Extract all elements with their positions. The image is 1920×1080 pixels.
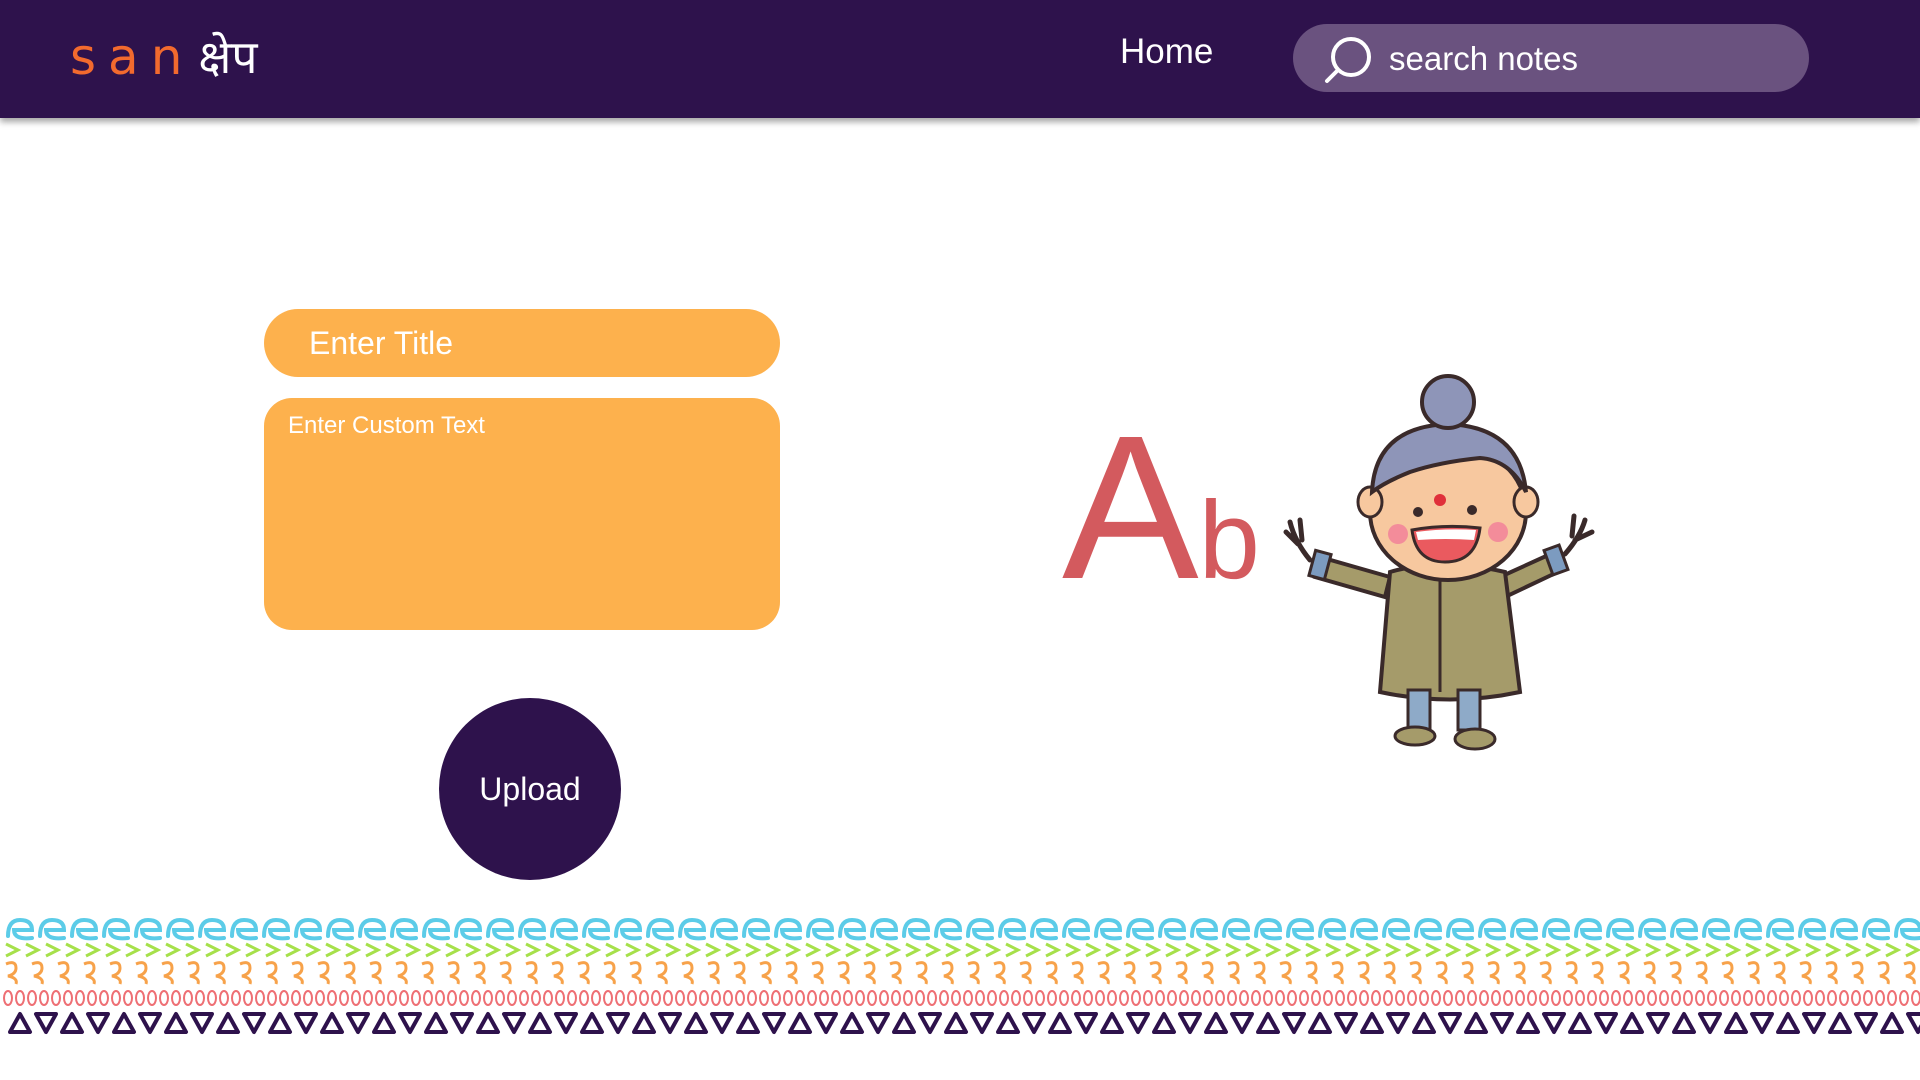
search-input[interactable] xyxy=(1387,32,1791,86)
logo-devanagari-text: क्षेप xyxy=(198,30,258,84)
grandma-mascot-illustration xyxy=(1283,374,1595,751)
sanchep-logo[interactable]: san क्षेप xyxy=(70,22,258,92)
ab-letters-illustration: Ab xyxy=(1062,405,1260,610)
upload-button[interactable]: Upload xyxy=(439,698,621,880)
big-letter: A xyxy=(1062,393,1199,622)
search-icon[interactable] xyxy=(1321,33,1375,87)
title-input[interactable] xyxy=(264,309,780,377)
nav-home-link[interactable]: Home xyxy=(1120,32,1213,72)
custom-text-input[interactable] xyxy=(264,398,780,630)
logo-latin-text: san xyxy=(70,28,195,86)
search-bar[interactable] xyxy=(1293,24,1809,92)
top-navbar: san क्षेप Home xyxy=(0,0,1920,118)
decorative-pattern-border xyxy=(3,917,1920,1034)
small-letter: b xyxy=(1198,479,1260,602)
